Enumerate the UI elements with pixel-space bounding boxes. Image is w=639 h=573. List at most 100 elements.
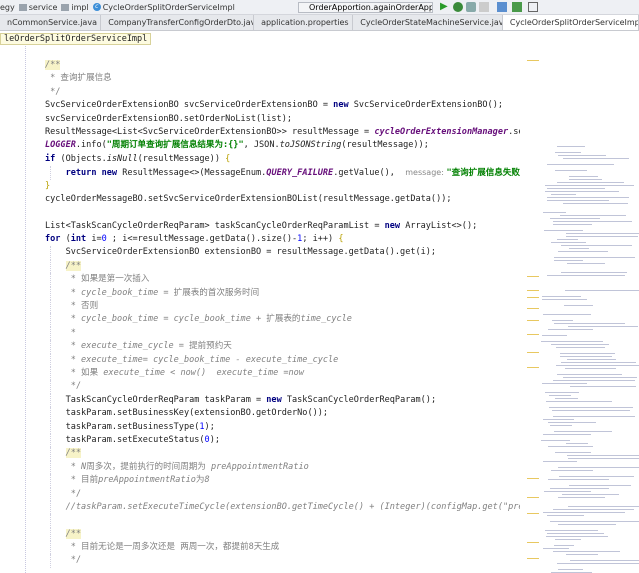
indent-guide: [50, 166, 51, 180]
code-token: taskParam.setBusinessType(: [65, 421, 200, 432]
code-token: , JSON.: [243, 140, 280, 151]
code-token: *: [65, 461, 82, 472]
indent-guide: [50, 447, 51, 461]
code-line: List<TaskScanCycleOrderReqParam> taskSca…: [0, 220, 520, 233]
minimap-line: [547, 164, 615, 165]
code-token: svcServiceOrderExtensionBO.setOrderNoLis…: [45, 113, 292, 124]
minimap-line: [569, 386, 636, 387]
minimap-line: [546, 536, 608, 537]
minimap-line: [568, 485, 632, 486]
code-token: (: [60, 234, 71, 245]
code-token: int: [70, 234, 87, 245]
breadcrumb-item[interactable]: egy: [0, 3, 15, 12]
minimap-line: [566, 554, 598, 555]
code-token: ResultMessage<List<SvcServiceOrderExtens…: [45, 126, 375, 137]
minimap-line: [558, 497, 606, 498]
code-line: ResultMessage<List<SvcServiceOrderExtens…: [0, 126, 520, 139]
vcs-update-icon[interactable]: [497, 2, 507, 12]
window-icon[interactable]: [528, 2, 538, 12]
minimap-line: [550, 521, 639, 522]
code-token: *: [65, 314, 82, 325]
minimap-line: [560, 356, 613, 357]
editor-tabs: nCommonService.java✕CompanyTransferConfi…: [0, 15, 639, 31]
minimap-line: [555, 398, 578, 399]
breadcrumb-item[interactable]: service: [18, 3, 57, 12]
minimap-line: [541, 383, 588, 384]
minimap-line: [545, 185, 635, 186]
minimap-line: [565, 236, 639, 237]
indent-guide: [50, 246, 51, 260]
code-token: new: [384, 220, 401, 231]
minimap-line: [542, 419, 574, 420]
code-line: * execute_time_cycle = 提前预约天: [0, 340, 520, 354]
tab-file[interactable]: CycleOrderStateMachineService.java✕: [353, 15, 503, 30]
minimap-line: [548, 479, 610, 480]
indent-guide: [50, 340, 51, 354]
code-line: * execute_time= cycle_book_time - execut…: [0, 353, 520, 367]
tab-file[interactable]: CycleOrderSplitOrderServiceImpl.ja: [502, 15, 639, 30]
minimap-line: [563, 158, 630, 159]
code-token: cycleOrderMessageBO.setSvcServiceOrderEx…: [45, 193, 452, 204]
code-line: [0, 514, 520, 528]
code-line: if (Objects.isNull(resultMessage)) {: [0, 153, 520, 166]
indent-guide: [50, 474, 51, 488]
code-token: preAppointmentRatio: [211, 461, 309, 472]
indent-guide: [50, 366, 51, 381]
indent-guide: [50, 460, 51, 475]
code-token: taskParam.setBusinessKey(extensionBO.get…: [65, 408, 329, 419]
code-line: TaskScanCycleOrderReqParam taskParam = n…: [0, 393, 520, 408]
minimap-line: [543, 491, 592, 492]
code-token: .info(: [75, 140, 107, 151]
minimap-line: [549, 425, 572, 426]
minimap-line: [550, 470, 594, 471]
run-configuration-select[interactable]: OrderApportion.againOrderApportionTes2: [298, 2, 433, 13]
change-marker: [527, 352, 539, 353]
minimap-line: [553, 380, 636, 381]
code-token: .se: [508, 126, 520, 137]
tab-file[interactable]: application.properties✕: [254, 15, 354, 30]
vcs-commit-icon[interactable]: [512, 2, 522, 12]
code-token: }: [45, 180, 51, 191]
code-line: taskParam.setBusinessKey(extensionBO.get…: [0, 407, 520, 421]
code-token: {: [225, 153, 231, 164]
tab-label: nCommonService.java: [7, 18, 97, 27]
minimap-line: [549, 407, 633, 408]
folder-icon: [61, 3, 70, 11]
indent-guide: [50, 500, 51, 515]
run-icon[interactable]: ▶: [440, 2, 450, 12]
coverage-icon[interactable]: [466, 2, 476, 12]
code-token: "周期订单查询扩展信息结果为:{}": [106, 140, 244, 151]
indent-guide: [50, 420, 51, 434]
breadcrumb-item[interactable]: impl: [61, 3, 89, 12]
code-token: LOGGER: [45, 140, 76, 151]
minimap-line: [558, 569, 583, 570]
minimap[interactable]: [520, 46, 639, 573]
minimap-line: [565, 233, 639, 234]
breadcrumb-item[interactable]: c CycleOrderSplitOrderServiceImpl: [92, 3, 235, 12]
code-line: /**: [0, 59, 520, 72]
code-line: svcServiceOrderExtensionBO.setOrderNoLis…: [0, 113, 520, 126]
minimap-line: [566, 263, 606, 264]
code-token: * 如果: [65, 367, 104, 378]
stop-icon[interactable]: [479, 2, 489, 12]
code-line: *: [0, 326, 520, 341]
code-token: (Objects.: [55, 153, 107, 164]
debug-icon[interactable]: [453, 2, 463, 12]
code-token: * 否则: [65, 301, 99, 312]
code-token: preAppointmentRatio: [98, 475, 196, 486]
code-token: /**: [65, 528, 82, 539]
code-token: (resultMessage)): [137, 153, 226, 164]
code-editor[interactable]: /** * 查询扩展信息 */ SvcServiceOrderExtensionB…: [0, 59, 520, 568]
minimap-line: [561, 362, 637, 363]
tab-file[interactable]: nCommonService.java✕: [0, 15, 102, 30]
minimap-line: [567, 326, 639, 327]
code-token: */: [45, 86, 61, 97]
code-token: 周多次，提前执行的时间周期为: [86, 461, 211, 472]
code-token: taskParam.setExecuteStatus(: [65, 434, 205, 445]
tab-file[interactable]: CompanyTransferConfigOrderDto.java✕: [101, 15, 255, 30]
class-name-tooltip: leOrderSplitOrderServiceImpl: [0, 33, 152, 45]
minimap-line: [542, 548, 570, 549]
code-token: * 目前无论是一周多次还是 两周一次，都提前8天生成: [65, 542, 280, 553]
code-line: * cycle_book_time = cycle_book_time + 扩展…: [0, 313, 520, 327]
code-line: /**: [0, 527, 520, 542]
